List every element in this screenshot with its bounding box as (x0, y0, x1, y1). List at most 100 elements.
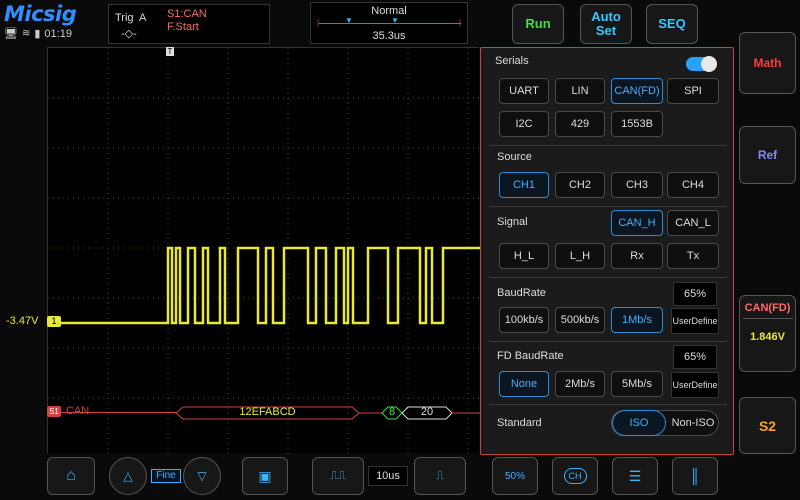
ref-button[interactable]: Ref (739, 126, 796, 184)
save-icon: ▣ (258, 467, 272, 484)
triangle-up-icon: △ (123, 469, 133, 483)
pulse-narrow-icon: ⎍⎍ (330, 469, 346, 482)
divider (489, 404, 727, 405)
channel-button[interactable]: CH (552, 457, 598, 495)
home-button[interactable]: ⌂ (47, 457, 95, 495)
decrease-button[interactable]: ▽ (183, 457, 221, 495)
signal-canl-button[interactable]: CAN_L (667, 210, 719, 236)
s2-button[interactable]: S2 (739, 397, 796, 454)
increase-button[interactable]: △ (109, 457, 147, 495)
can-channel-card[interactable]: CAN(FD) 1.846V (739, 295, 796, 372)
serials-title: Serials (495, 55, 529, 67)
baud-500k-button[interactable]: 500kb/s (555, 307, 605, 333)
trigger-info[interactable]: Trig A -◇- S1:CAN F.Start (108, 4, 270, 44)
serial-settings-panel: Serials UART LIN CAN(FD) SPI I2C 429 155… (480, 47, 734, 455)
fine-toggle[interactable]: Fine (151, 469, 181, 483)
cursor-button[interactable]: ║ (672, 457, 718, 495)
serial-i2c-button[interactable]: I2C (499, 111, 549, 137)
fine-adjust-group: △ Fine ▽ (109, 457, 221, 495)
save-button[interactable]: ▣ (242, 457, 288, 495)
battery-icon: ▮ (34, 28, 41, 40)
source-ch1-button[interactable]: CH1 (499, 172, 549, 198)
standard-title: Standard (497, 417, 542, 429)
trigger-channel: A (139, 12, 147, 24)
can-threshold-value: 1.846V (750, 331, 785, 343)
source-title: Source (497, 151, 532, 163)
baudrate-percent[interactable]: 65% (673, 282, 717, 306)
serial1-marker[interactable]: S1 (47, 406, 61, 417)
baud-1m-button[interactable]: 1Mb/s (611, 307, 663, 333)
ch1-marker[interactable]: 1 (47, 316, 61, 327)
fd-baud-2m-button[interactable]: 2Mb/s (555, 371, 605, 397)
signal-canh-button[interactable]: CAN_H (611, 210, 663, 236)
view-marker-icon: ▼ (345, 16, 353, 25)
micsig-logo: Micsig (4, 2, 77, 26)
source-ch4-button[interactable]: CH4 (667, 172, 719, 198)
math-button[interactable]: Math (739, 32, 796, 94)
channel-icon: CH (563, 468, 587, 484)
trigger-condition: F.Start (167, 21, 199, 33)
decode-data: 20 (420, 406, 434, 418)
baud-userdefine-button[interactable]: UserDefine (671, 308, 719, 334)
divider (489, 277, 727, 278)
status-bar: 🖥 ≋ ▮ 01:19 (4, 27, 72, 41)
serial1-name: CAN (66, 405, 90, 417)
fifty-percent-button[interactable]: 50% (492, 457, 538, 495)
can-channel-label: CAN(FD) (744, 302, 791, 314)
home-icon: ⌂ (66, 467, 76, 484)
fd-baud-5m-button[interactable]: 5Mb/s (611, 371, 663, 397)
timebase-increase-button[interactable]: ⎍ (414, 457, 466, 495)
source-ch2-button[interactable]: CH2 (555, 172, 605, 198)
divider (489, 206, 727, 207)
can-decode-bus: 12EFABCD 8 20 (48, 406, 480, 420)
trigger-source: S1:CAN F.Start (167, 8, 207, 34)
serial-429-button[interactable]: 429 (555, 111, 605, 137)
signal-hl-button[interactable]: H_L (499, 243, 549, 269)
timebase-decrease-button[interactable]: ⎍⎍ (312, 457, 364, 495)
timebase-position-bar: | ▼ ▼ | (317, 16, 462, 27)
signal-lh-button[interactable]: L_H (555, 243, 605, 269)
standard-iso-button[interactable]: ISO (612, 410, 666, 436)
fd-baud-userdefine-button[interactable]: UserDefine (671, 372, 719, 398)
seq-button[interactable]: SEQ (646, 4, 698, 44)
divider (489, 341, 727, 342)
menu-icon: ☰ (628, 467, 642, 484)
fd-baudrate-percent[interactable]: 65% (673, 345, 717, 369)
autoset-button[interactable]: Auto Set (580, 4, 632, 44)
standard-segmented-control: ISO Non-ISO (611, 410, 719, 436)
cursor-icon: ║ (690, 468, 700, 484)
trigger-marker-icon: ▼ (391, 16, 399, 25)
ch1-offset: -3.47V (6, 315, 39, 327)
timebase-position: 35.3us (372, 30, 406, 42)
standard-noniso-button[interactable]: Non-ISO (666, 411, 720, 435)
trigger-source-name: S1:CAN (167, 8, 207, 20)
run-button[interactable]: Run (512, 4, 564, 44)
trigger-label: Trig (115, 12, 134, 24)
serial-spi-button[interactable]: SPI (667, 78, 719, 104)
signal-rx-button[interactable]: Rx (611, 243, 663, 269)
trigger-edge-icon: -◇- (121, 28, 137, 40)
signal-title: Signal (497, 216, 528, 228)
triangle-down-icon: ▽ (197, 469, 207, 483)
serials-toggle[interactable] (686, 56, 717, 72)
timebase-info[interactable]: Normal | ▼ ▼ | 35.3us (310, 2, 468, 44)
serial-lin-button[interactable]: LIN (555, 78, 605, 104)
fd-baudrate-title: FD BaudRate (497, 350, 564, 362)
source-ch3-button[interactable]: CH3 (611, 172, 663, 198)
signal-tx-button[interactable]: Tx (667, 243, 719, 269)
wifi-icon: ≋ (21, 28, 31, 39)
serial-canfd-button[interactable]: CAN(FD) (611, 78, 663, 104)
serial-uart-button[interactable]: UART (499, 78, 549, 104)
divider (489, 145, 727, 146)
serial-1553b-button[interactable]: 1553B (611, 111, 663, 137)
trigger-time-marker[interactable]: T (166, 47, 174, 56)
acquire-mode: Normal (371, 5, 407, 17)
waveform-display[interactable]: T 12EFABCD 8 20 (47, 47, 480, 454)
fd-baud-none-button[interactable]: None (499, 371, 549, 397)
timebase-value: 10us (368, 466, 408, 486)
menu-button[interactable]: ☰ (612, 457, 658, 495)
monitor-icon: 🖥 (4, 28, 18, 40)
baud-100k-button[interactable]: 100kb/s (499, 307, 549, 333)
pulse-wide-icon: ⎍ (436, 469, 444, 482)
baudrate-title: BaudRate (497, 287, 546, 299)
